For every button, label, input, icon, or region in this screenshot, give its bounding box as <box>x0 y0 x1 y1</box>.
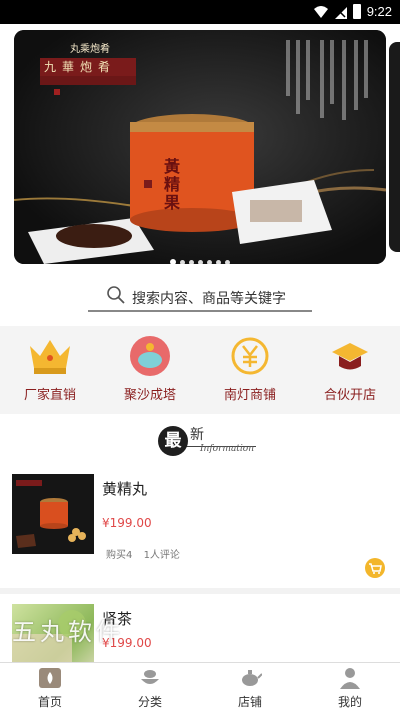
tab-category[interactable]: 分类 <box>100 663 200 711</box>
product-card[interactable]: 黄精丸 ¥199.00 购买4 1人评论 <box>0 464 400 588</box>
product-sold-count: 购买4 <box>106 550 133 561</box>
watermark-text: 五丸软件 <box>12 618 124 646</box>
newest-second-char: 新 <box>190 427 204 443</box>
yen-coin-icon <box>231 337 269 375</box>
product-meta: 购买4 1人评论 <box>106 546 188 561</box>
teapot-icon <box>242 670 262 686</box>
carousel-dot[interactable] <box>225 260 230 264</box>
tab-label: 店铺 <box>237 695 262 709</box>
bottom-tab-bar: 首页 分类 店铺 我的 <box>0 662 400 711</box>
product-image <box>12 474 94 554</box>
search-input[interactable]: 搜索内容、商品等关键字 <box>88 284 312 312</box>
newest-subtitle: Information <box>200 444 255 454</box>
carousel-dot[interactable] <box>198 260 203 264</box>
product-price: ¥199.00 <box>102 516 152 530</box>
carousel-dot[interactable] <box>170 259 176 264</box>
carousel-dot[interactable] <box>189 260 194 264</box>
quick-nav-label: 聚沙成塔 <box>123 388 176 403</box>
banner-box-title: 黃精果 <box>164 157 181 212</box>
quick-nav-savings[interactable]: 聚沙成塔 <box>100 326 200 414</box>
signal-icon <box>335 7 347 19</box>
banner-label-top: 丸乘炮肴 <box>70 44 110 55</box>
banner-carousel[interactable]: 黃精果 九華炮肴 丸乘炮肴 <box>0 24 400 270</box>
carousel-indicator[interactable] <box>14 250 386 264</box>
newest-logo: 最 新 Information <box>158 424 258 458</box>
graduation-cap-icon <box>332 343 368 370</box>
tab-home[interactable]: 首页 <box>0 663 100 711</box>
banner-header-text: 九華炮肴 <box>44 60 117 74</box>
newest-main-char: 最 <box>158 426 188 456</box>
cart-icon <box>369 563 382 574</box>
crown-icon <box>30 340 70 374</box>
banner-next-slide-peek[interactable] <box>389 42 400 252</box>
newest-section-header: 最 新 Information <box>0 414 400 464</box>
quick-nav-label: 厂家直销 <box>23 388 76 403</box>
home-icon <box>39 668 61 688</box>
quick-nav-partner[interactable]: 合伙开店 <box>300 326 400 414</box>
carousel-dot[interactable] <box>216 260 221 264</box>
add-to-cart-button[interactable] <box>365 558 385 578</box>
search-placeholder: 搜索内容、商品等关键字 <box>132 291 286 307</box>
product-review-count: 1人评论 <box>143 550 180 561</box>
category-icon <box>141 670 159 684</box>
user-icon <box>340 668 360 689</box>
tab-label: 分类 <box>137 695 162 709</box>
banner-slide[interactable]: 黃精果 九華炮肴 丸乘炮肴 <box>14 30 386 264</box>
clock: 9:22 <box>366 4 392 19</box>
piggy-bank-icon <box>130 336 170 376</box>
quick-nav: 厂家直销 聚沙成塔 南灯商铺 合伙开店 <box>0 326 400 414</box>
tab-shop[interactable]: 店铺 <box>200 663 300 711</box>
quick-nav-label: 合伙开店 <box>323 388 376 403</box>
tab-label: 我的 <box>337 695 362 709</box>
status-bar: 9:22 <box>0 0 400 24</box>
battery-icon <box>353 4 361 19</box>
search-section: 搜索内容、商品等关键字 <box>0 270 400 326</box>
quick-nav-factory-direct[interactable]: 厂家直销 <box>0 326 100 414</box>
quick-nav-shops[interactable]: 南灯商铺 <box>200 326 300 414</box>
search-icon <box>107 286 125 304</box>
product-name: 黄精丸 <box>102 480 148 498</box>
carousel-dot[interactable] <box>180 260 185 264</box>
quick-nav-label: 南灯商铺 <box>223 388 276 403</box>
wifi-icon <box>314 6 328 18</box>
tab-label: 首页 <box>37 695 62 709</box>
tab-profile[interactable]: 我的 <box>300 663 400 711</box>
carousel-dot[interactable] <box>207 260 212 264</box>
